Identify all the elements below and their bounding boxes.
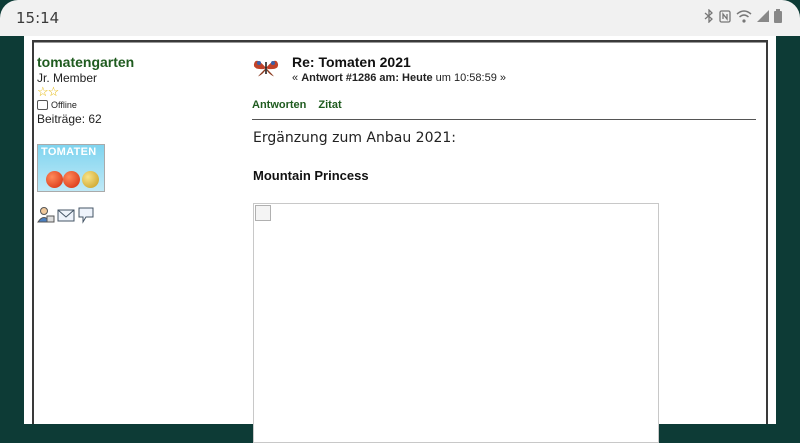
meta-time: um 10:58:59 » — [432, 72, 507, 84]
post-actions: Antworten Zitat — [252, 99, 342, 111]
tomato-image-2 — [63, 171, 80, 188]
post-subject[interactable]: Re: Tomaten 2021 — [292, 54, 411, 70]
poster-rank: Jr. Member — [37, 71, 98, 85]
signal-icon — [757, 10, 769, 25]
post-container: tomatengarten Jr. Member ☆☆ Offline Beit… — [32, 40, 768, 443]
message-icon[interactable] — [77, 206, 95, 224]
post-heading: Mountain Princess — [253, 168, 369, 183]
rank-stars-icon: ☆☆ — [37, 84, 59, 99]
online-status: Offline — [37, 100, 237, 110]
poster-name-link[interactable]: tomatengarten — [37, 54, 237, 70]
profile-icon[interactable] — [37, 206, 55, 224]
meta-reply-number: Antwort #1286 am: Heute — [301, 72, 433, 84]
tomato-image-1 — [46, 171, 63, 188]
reply-button[interactable]: Antworten — [252, 99, 306, 111]
battery-icon — [774, 9, 782, 26]
wifi-icon — [736, 9, 752, 26]
offline-status-icon — [37, 100, 48, 110]
system-icons — [704, 8, 782, 26]
broken-image-icon — [255, 205, 271, 221]
meta-prefix: « — [292, 72, 302, 84]
nfc-icon — [719, 9, 731, 26]
tomato-image-3 — [82, 171, 99, 188]
butterfly-icon — [252, 56, 280, 80]
avatar: TOMATEN — [37, 144, 105, 192]
post-count: Beiträge: 62 — [37, 112, 102, 126]
bluetooth-icon — [704, 8, 714, 26]
forum-page: tomatengarten Jr. Member ☆☆ Offline Beit… — [24, 36, 776, 443]
email-icon[interactable] — [57, 206, 75, 224]
post-image[interactable] — [253, 203, 659, 443]
post-meta: « Antwort #1286 am: Heute um 10:58:59 » — [292, 72, 506, 84]
online-status-label: Offline — [51, 100, 77, 110]
status-time: 15:14 — [16, 9, 60, 27]
top-divider — [34, 42, 766, 43]
status-bar: 15:14 — [0, 0, 800, 36]
quote-button[interactable]: Zitat — [318, 99, 341, 111]
avatar-title: TOMATEN — [41, 146, 97, 158]
poster-info: tomatengarten Jr. Member ☆☆ Offline Beit… — [37, 54, 237, 126]
profile-icons — [37, 206, 95, 224]
post-divider — [252, 119, 756, 120]
post-body: Ergänzung zum Anbau 2021: — [253, 130, 457, 146]
